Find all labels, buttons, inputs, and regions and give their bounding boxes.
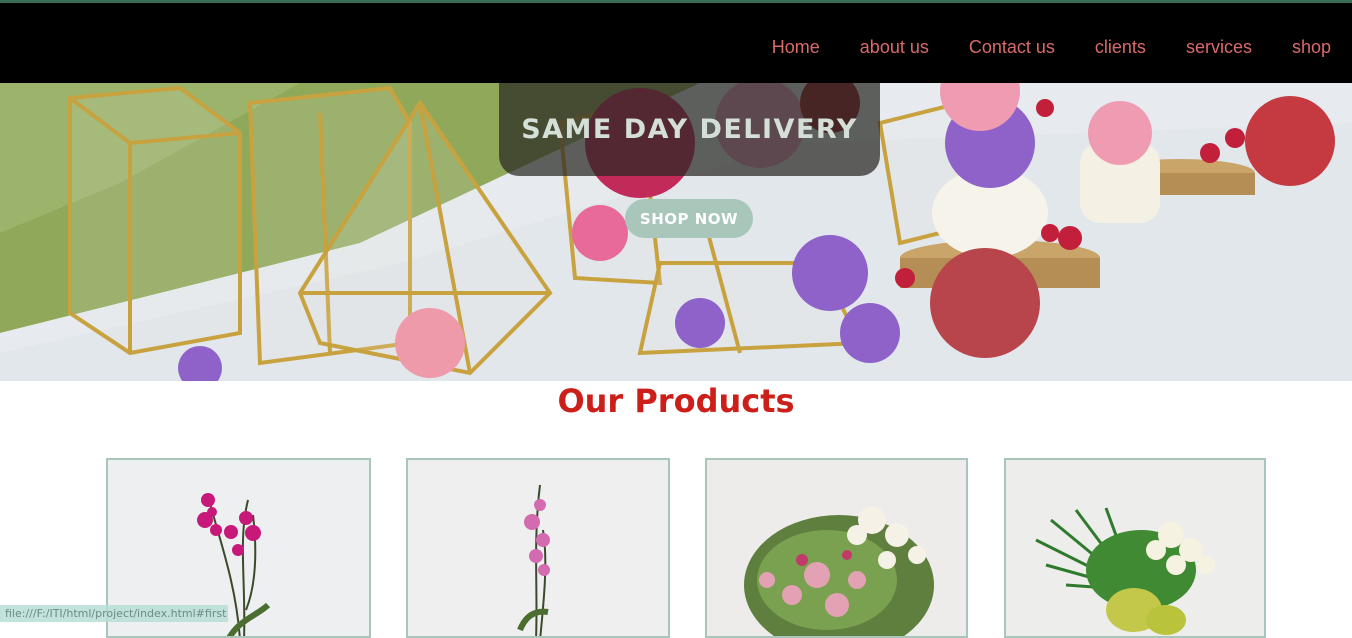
navbar: Home about us Contact us clients service… — [0, 3, 1352, 83]
hero-title: SAME DAY DELIVERY — [521, 114, 858, 145]
products-section-title: Our Products — [557, 382, 795, 420]
tropical-bouquet-image — [1006, 460, 1264, 636]
product-card-4[interactable] — [1004, 458, 1266, 638]
product-card-2[interactable] — [406, 458, 670, 638]
nav-link-home[interactable]: Home — [772, 37, 820, 58]
nav-link-about-us[interactable]: about us — [860, 37, 929, 58]
browser-status-bar: file:///F:/ITI/html/project/index.html#f… — [0, 605, 228, 622]
mixed-bouquet-image — [707, 460, 966, 636]
hero-banner-image: SAME DAY DELIVERY SHOP NOW — [0, 83, 1352, 381]
pink-orchid-image — [408, 460, 668, 636]
nav-link-services[interactable]: services — [1186, 37, 1252, 58]
nav-link-shop[interactable]: shop — [1292, 37, 1331, 58]
shop-now-button[interactable]: SHOP NOW — [625, 199, 753, 238]
nav-link-clients[interactable]: clients — [1095, 37, 1146, 58]
hero-banner-overlay: SAME DAY DELIVERY — [499, 83, 880, 176]
nav-link-contact-us[interactable]: Contact us — [969, 37, 1055, 58]
nav-links: Home about us Contact us clients service… — [732, 37, 1331, 58]
product-card-3[interactable] — [705, 458, 968, 638]
